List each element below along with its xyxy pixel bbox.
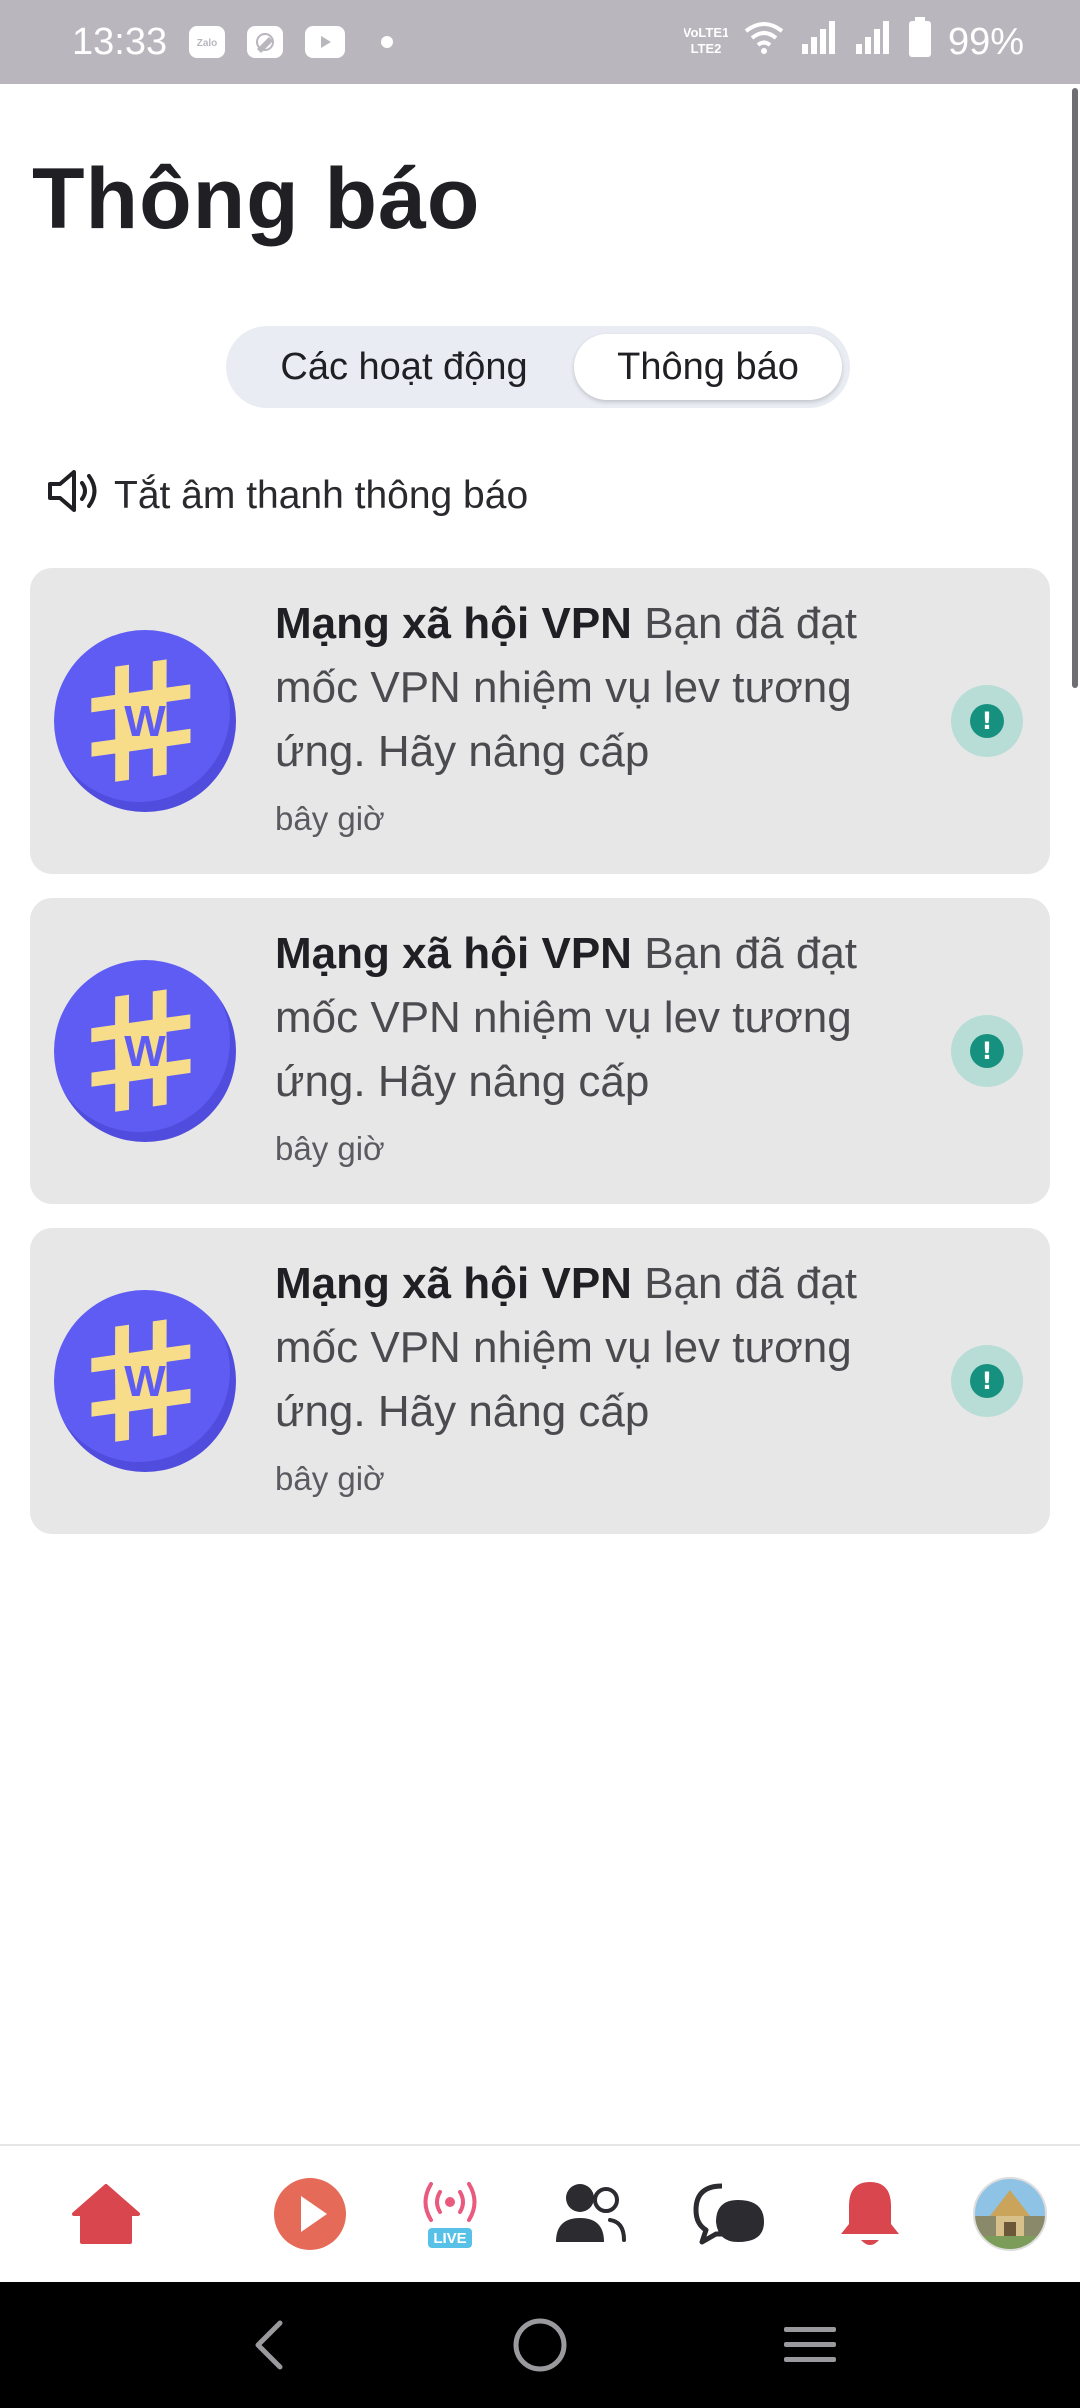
notification-time: bây giờ: [275, 1460, 385, 1497]
edit-app-icon: [247, 26, 284, 58]
recents-icon[interactable]: [770, 2312, 850, 2378]
youtube-icon: [305, 26, 346, 58]
svg-text:W: W: [124, 1027, 166, 1076]
svg-text:VoLTE1: VoLTE1: [684, 25, 728, 40]
status-bar: 13:33 Zalo VoLTE1 LTE2 99%: [0, 0, 1080, 84]
mute-label: Tắt âm thanh thông báo: [114, 474, 529, 517]
live-icon[interactable]: LIVE: [408, 2172, 492, 2256]
tab-switcher: Các hoạt động Thông báo: [226, 326, 850, 408]
back-icon[interactable]: [230, 2312, 310, 2378]
notification-text: Mạng xã hội VPN Bạn đã đạt mốc VPN nhiệm…: [275, 592, 915, 784]
notification-time: bây giờ: [275, 1130, 385, 1167]
notification-card[interactable]: W Mạng xã hội VPN Bạn đã đạt mốc VPN nhi…: [30, 1228, 1050, 1534]
svg-text:W: W: [124, 1357, 166, 1406]
wifi-icon: [744, 19, 784, 65]
speaker-icon: [46, 468, 102, 524]
volte-icon: VoLTE1 LTE2: [683, 23, 729, 61]
notification-list: W Mạng xã hội VPN Bạn đã đạt mốc VPN nhi…: [30, 568, 1050, 1558]
live-badge: LIVE: [433, 2230, 466, 2247]
page-title: Thông báo: [32, 151, 481, 247]
notification-sender: Mạng xã hội VPN: [275, 1259, 632, 1308]
status-time: 13:33: [72, 20, 168, 63]
scrollbar[interactable]: [1072, 88, 1078, 688]
home-icon[interactable]: [64, 2172, 148, 2256]
notification-dot: [381, 36, 394, 48]
notification-card[interactable]: W Mạng xã hội VPN Bạn đã đạt mốc VPN nhi…: [30, 568, 1050, 874]
notification-time: bây giờ: [275, 800, 385, 837]
notification-sender: Mạng xã hội VPN: [275, 599, 632, 648]
mute-notification-sound[interactable]: Tắt âm thanh thông báo: [46, 468, 528, 524]
svg-text:W: W: [124, 697, 166, 746]
tab-activities[interactable]: Các hoạt động: [234, 334, 574, 400]
play-icon[interactable]: [268, 2172, 352, 2256]
notification-text: Mạng xã hội VPN Bạn đã đạt mốc VPN nhiệm…: [275, 922, 915, 1114]
tab-notifications[interactable]: Thông báo: [574, 334, 842, 400]
vpn-avatar-icon: W: [54, 630, 236, 812]
battery-percent: 99%: [947, 20, 1024, 63]
signal-2-icon: [854, 20, 892, 64]
zalo-icon: Zalo: [189, 26, 226, 58]
profile-avatar[interactable]: [968, 2172, 1052, 2256]
notification-text: Mạng xã hội VPN Bạn đã đạt mốc VPN nhiệm…: [275, 1252, 915, 1444]
home-circle-icon[interactable]: [500, 2312, 580, 2378]
bell-icon[interactable]: [828, 2172, 912, 2256]
alert-status-icon: !: [951, 1015, 1023, 1087]
vpn-avatar-icon: W: [54, 1290, 236, 1472]
system-nav-bar: [0, 2282, 1080, 2408]
notification-card[interactable]: W Mạng xã hội VPN Bạn đã đạt mốc VPN nhi…: [30, 898, 1050, 1204]
vpn-avatar-icon: W: [54, 960, 236, 1142]
friends-icon[interactable]: [548, 2172, 632, 2256]
alert-status-icon: !: [951, 685, 1023, 757]
svg-text:LTE2: LTE2: [691, 41, 722, 56]
notification-sender: Mạng xã hội VPN: [275, 929, 632, 978]
bottom-nav: LIVE: [0, 2144, 1080, 2282]
svg-text:Zalo: Zalo: [197, 38, 218, 49]
battery-icon: [908, 17, 932, 67]
alert-status-icon: !: [951, 1345, 1023, 1417]
chat-icon[interactable]: [688, 2172, 772, 2256]
signal-1-icon: [800, 20, 838, 64]
